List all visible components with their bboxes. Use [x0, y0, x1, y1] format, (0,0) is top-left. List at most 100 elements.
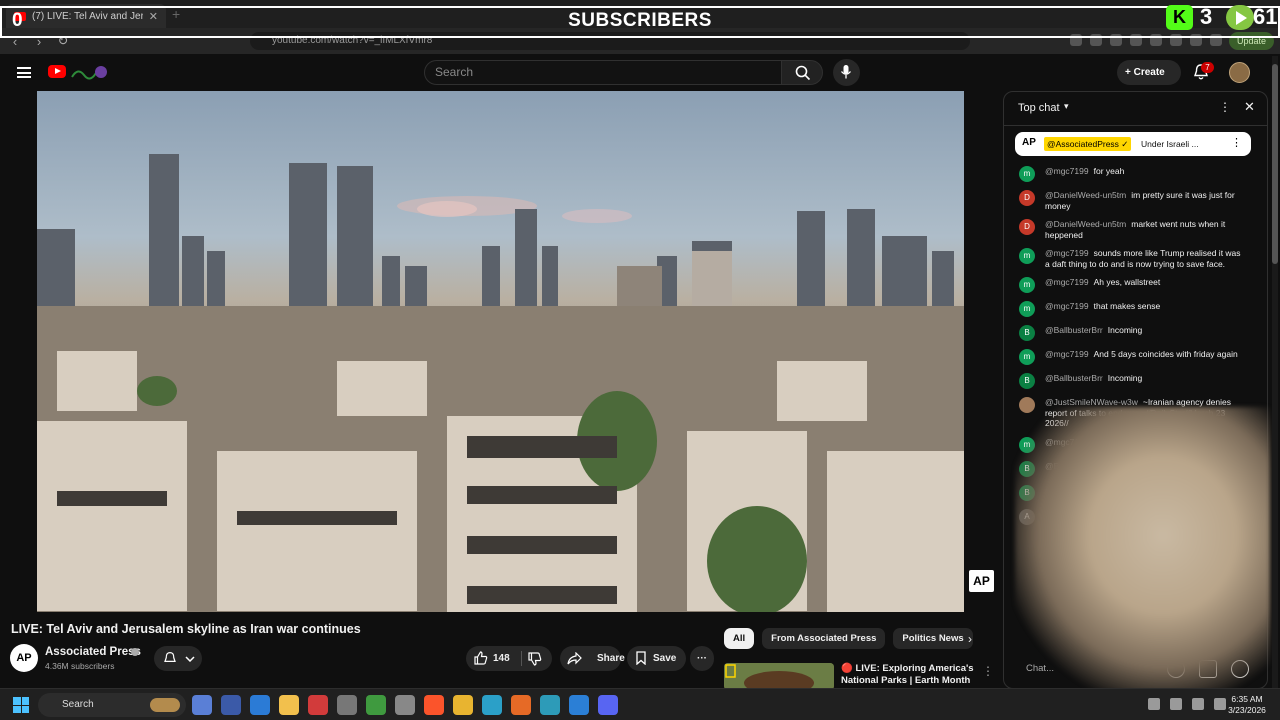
- chat-message[interactable]: A: [1004, 505, 1259, 529]
- taskbar-search[interactable]: Search: [38, 693, 186, 717]
- chips-next-icon[interactable]: ›: [968, 632, 972, 646]
- microphone-tray-icon[interactable]: [1170, 698, 1182, 710]
- chat-author-name[interactable]: @mgc7199: [1045, 248, 1089, 258]
- chat-author-name[interactable]: @BallbusterBrr: [1045, 325, 1103, 335]
- url-field[interactable]: youtube.com/watch?v=_iIMLXfVmr8: [250, 32, 970, 50]
- extension-icon[interactable]: [1210, 34, 1222, 46]
- vscode-icon[interactable]: [569, 695, 589, 715]
- chat-message[interactable]: B @BallbusterBrr Incoming: [1004, 321, 1259, 345]
- chat-author-avatar[interactable]: B: [1019, 325, 1035, 341]
- page-scrollbar[interactable]: [1272, 56, 1278, 688]
- emoji-icon[interactable]: [1167, 660, 1185, 678]
- taskbar-clock[interactable]: 6:35 AM 3/23/2026: [1225, 694, 1269, 716]
- chat-author-name[interactable]: @DanielWeed-un5tm: [1045, 219, 1126, 229]
- heart-icon[interactable]: [1231, 660, 1249, 678]
- chat-author-name[interactable]: @mgc7199: [1045, 349, 1089, 359]
- search-button[interactable]: [781, 60, 823, 85]
- save-button[interactable]: Save: [627, 646, 686, 671]
- chat-author-avatar[interactable]: m: [1019, 166, 1035, 182]
- extension-icon[interactable]: [1110, 34, 1122, 46]
- chat-menu-icon[interactable]: ⋮: [1219, 100, 1231, 114]
- voice-search-button[interactable]: [833, 59, 860, 86]
- update-button[interactable]: Update: [1228, 32, 1274, 50]
- chip-all[interactable]: All: [724, 628, 755, 649]
- app-icon[interactable]: [221, 695, 241, 715]
- thumbs-down-icon[interactable]: [528, 652, 542, 666]
- tray-chevron-icon[interactable]: [1148, 698, 1160, 710]
- extension-icon[interactable]: [1150, 34, 1162, 46]
- app-icon[interactable]: [337, 695, 357, 715]
- top-chat-dropdown[interactable]: Top chat: [1018, 102, 1060, 114]
- chat-author-name[interactable]: @JustSmileNWave-w3w: [1045, 397, 1138, 407]
- chat-author-avatar[interactable]: m: [1019, 248, 1035, 264]
- chat-author-avatar[interactable]: B: [1019, 373, 1035, 389]
- close-chat-icon[interactable]: ✕: [1244, 99, 1255, 115]
- app-icon[interactable]: [366, 695, 386, 715]
- channel-avatar[interactable]: AP: [10, 644, 38, 672]
- channel-name[interactable]: Associated Press: [45, 646, 141, 658]
- chat-message[interactable]: D @DanielWeed-un5tm market went nuts when …: [1004, 215, 1259, 244]
- chat-author-avatar[interactable]: [1019, 397, 1035, 413]
- chat-message[interactable]: B @Ballbu: [1004, 481, 1259, 505]
- network-icon[interactable]: [1192, 698, 1204, 710]
- chat-message[interactable]: m @mgc7199 yup: [1004, 433, 1259, 457]
- chat-author-name[interactable]: @mgc7199: [1045, 166, 1089, 176]
- chat-message[interactable]: m @mgc7199 And 5 days coincides with frida…: [1004, 345, 1259, 369]
- chat-message[interactable]: D @DanielWeed-un5tm im pretty sure it was …: [1004, 186, 1259, 215]
- chat-author-name[interactable]: @Ballbu: [1045, 485, 1077, 495]
- chat-author-name[interactable]: @BallbusterBrr: [1045, 461, 1103, 471]
- chat-message[interactable]: @JustSmileNWave-w3w ~Iranian agency denie…: [1004, 393, 1259, 433]
- chat-author-avatar[interactable]: m: [1019, 301, 1035, 317]
- chat-input[interactable]: Chat...: [1014, 659, 1164, 679]
- chat-message[interactable]: m @mgc7199 sounds more like Trump realised…: [1004, 244, 1259, 273]
- chevron-down-icon[interactable]: ▾: [1064, 101, 1069, 112]
- chrome-icon[interactable]: [453, 695, 473, 715]
- pinned-message[interactable]: AP @AssociatedPress ✓ Under Israeli ... …: [1015, 132, 1251, 156]
- app-icon[interactable]: [308, 695, 328, 715]
- chat-message[interactable]: m @mgc7199 for yeah: [1004, 162, 1259, 186]
- search-input[interactable]: Search: [424, 60, 782, 85]
- chat-message[interactable]: B @BallbusterBrr Ye: [1004, 457, 1259, 481]
- extension-icon[interactable]: [1070, 34, 1082, 46]
- pinned-menu-icon[interactable]: ⋮: [1231, 136, 1242, 149]
- recommended-video-thumbnail[interactable]: [724, 663, 834, 690]
- chat-message[interactable]: B @BallbusterBrr Incoming: [1004, 369, 1259, 393]
- more-actions-button[interactable]: ···: [690, 646, 714, 671]
- chip-from-associated-press[interactable]: From Associated Press: [762, 628, 886, 649]
- edge-icon[interactable]: [482, 695, 502, 715]
- discord-icon[interactable]: [598, 695, 618, 715]
- menu-icon[interactable]: [17, 67, 31, 78]
- chat-author-avatar[interactable]: B: [1019, 460, 1035, 477]
- chat-author-name[interactable]: @mgc7199: [1045, 437, 1089, 447]
- video-player[interactable]: [37, 91, 964, 612]
- chat-message[interactable]: m @mgc7199 Ah yes, wallstreet: [1004, 273, 1259, 297]
- youtube-logo-icon[interactable]: [48, 65, 66, 78]
- account-avatar[interactable]: [1229, 62, 1250, 83]
- chat-author-avatar[interactable]: D: [1019, 219, 1035, 235]
- chat-author-avatar[interactable]: B: [1019, 484, 1035, 501]
- chat-author-avatar[interactable]: m: [1019, 277, 1035, 293]
- youtube-doodle-icon[interactable]: [70, 63, 108, 81]
- reload-icon[interactable]: ↻: [54, 33, 72, 49]
- chat-author-avatar[interactable]: m: [1019, 349, 1035, 365]
- chip-politics-news[interactable]: Politics News: [893, 628, 973, 649]
- windows-start-icon[interactable]: [13, 697, 29, 713]
- brave-browser-icon[interactable]: [424, 695, 444, 715]
- chat-author-name[interactable]: @BallbusterBrr: [1045, 373, 1103, 383]
- chat-message[interactable]: m @mgc7199 that makes sense: [1004, 297, 1259, 321]
- extension-icon[interactable]: [1190, 34, 1202, 46]
- chat-author-avatar[interactable]: D: [1019, 190, 1035, 206]
- chat-author-name[interactable]: @mgc7199: [1045, 301, 1089, 311]
- app-icon[interactable]: [395, 695, 415, 715]
- app-icon[interactable]: [250, 695, 270, 715]
- chat-author-name[interactable]: @DanielWeed-un5tm: [1045, 190, 1126, 200]
- forward-icon[interactable]: ›: [30, 34, 48, 49]
- file-explorer-icon[interactable]: [279, 695, 299, 715]
- firefox-icon[interactable]: [511, 695, 531, 715]
- extension-icon[interactable]: [1170, 34, 1182, 46]
- back-icon[interactable]: ‹: [6, 34, 24, 49]
- recommended-more-icon[interactable]: ⋮: [982, 664, 994, 678]
- chat-author-avatar[interactable]: A: [1019, 508, 1035, 525]
- app-icon[interactable]: [192, 695, 212, 715]
- super-chat-icon[interactable]: [1199, 660, 1217, 678]
